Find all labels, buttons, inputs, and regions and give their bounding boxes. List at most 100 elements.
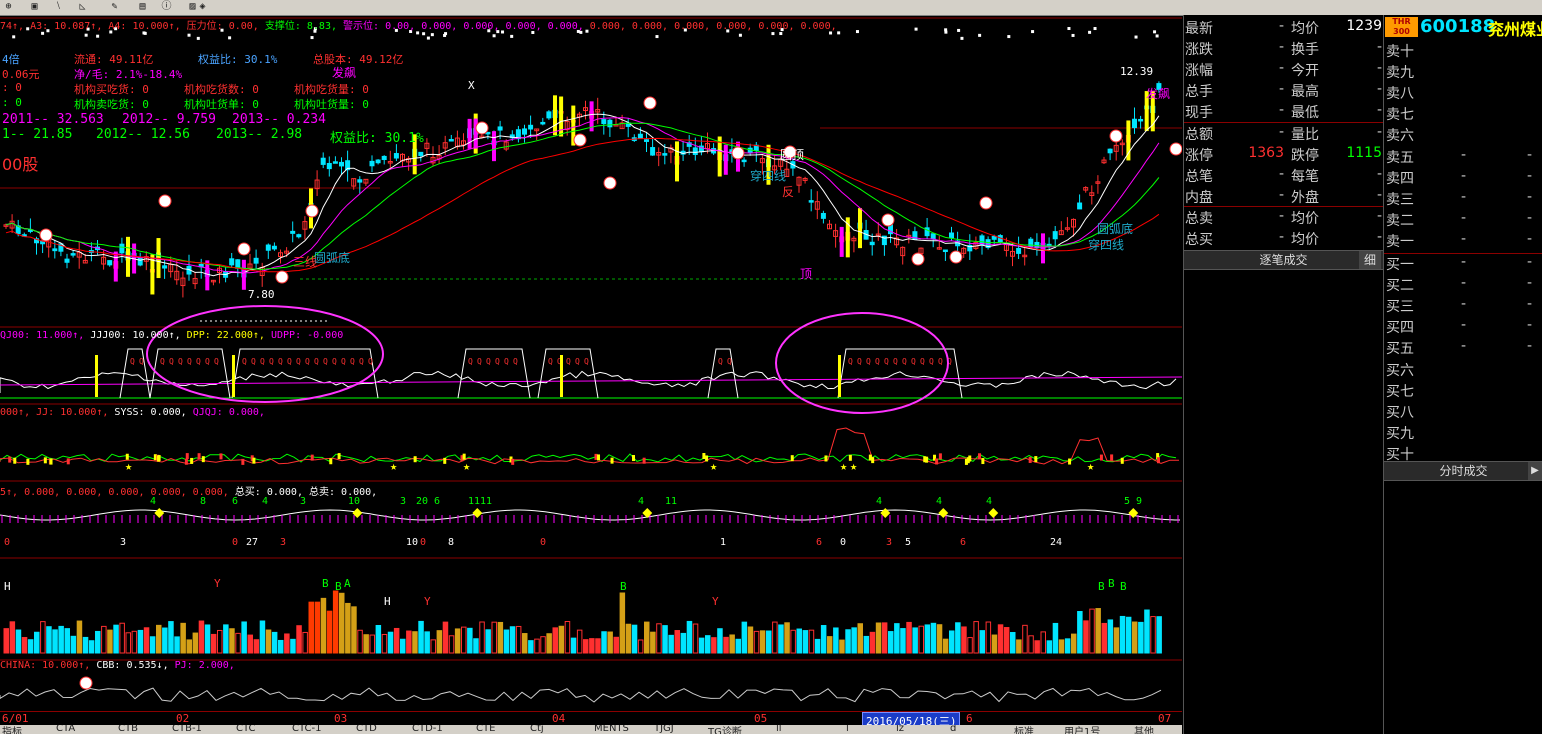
indicator-tab[interactable]: ll bbox=[776, 725, 782, 734]
indicator-tab[interactable]: 用户1号 bbox=[1064, 725, 1100, 734]
doc-icon[interactable]: ▤ bbox=[136, 1, 149, 13]
volume-label: H bbox=[384, 595, 391, 608]
chart-area[interactable]: QQQQQQQQQQQQQQQQQQQQQQQQQQQQQQQQQQQQQQQQ… bbox=[0, 15, 1182, 719]
candle-body bbox=[930, 233, 936, 240]
sell-level[interactable]: 卖四 - - bbox=[1384, 168, 1542, 189]
buy-level[interactable]: 买五 - - bbox=[1384, 338, 1542, 359]
indicator-tab[interactable]: CTC bbox=[236, 725, 256, 734]
indicator-tab[interactable]: CTA bbox=[56, 725, 75, 734]
zoom-icon[interactable]: ⊕ bbox=[2, 1, 15, 13]
marker-dot bbox=[1067, 27, 1071, 31]
indicator3-header: 5↑, 0.000, 0.000, 0.000, 0.000, 0.000, 总… bbox=[0, 483, 377, 498]
candle-body bbox=[64, 258, 70, 263]
chart-icon[interactable]: ▣ bbox=[28, 1, 41, 13]
sell-level[interactable]: 卖八 bbox=[1384, 83, 1542, 104]
ind3-bottom-count: 10 bbox=[406, 537, 418, 548]
info-icon[interactable]: ⓘ bbox=[160, 1, 173, 13]
buy-level[interactable]: 买九 bbox=[1384, 423, 1542, 444]
indicator-tab[interactable]: TG诊断 bbox=[708, 725, 742, 734]
buy-level[interactable]: 买四 - - bbox=[1384, 317, 1542, 338]
marker-dot bbox=[444, 32, 448, 36]
quote-row: 最新 - 均价 1239 bbox=[1184, 18, 1383, 39]
indicator-tab[interactable]: Ctj bbox=[530, 725, 544, 734]
buy-level[interactable]: 买一 - - bbox=[1384, 254, 1542, 275]
quote-value: - bbox=[1376, 207, 1382, 224]
volume-bar bbox=[119, 622, 125, 654]
level-price: - bbox=[1460, 209, 1466, 226]
indicator-tab[interactable]: CTC-1 bbox=[292, 725, 321, 734]
buy-level[interactable]: 买二 - - bbox=[1384, 275, 1542, 296]
ind1-q-mark: Q bbox=[278, 357, 283, 366]
indicator-tab[interactable]: CTD bbox=[356, 725, 377, 734]
marker-dot bbox=[84, 33, 88, 37]
quote-value: - bbox=[1376, 60, 1382, 77]
volume-bar bbox=[40, 621, 46, 654]
volume-bar bbox=[58, 625, 64, 654]
month-label: 6 bbox=[966, 712, 973, 725]
indicator-tab[interactable]: CTD-1 bbox=[412, 725, 443, 734]
ind1-q-mark: Q bbox=[287, 357, 292, 366]
volume-bar bbox=[820, 625, 827, 654]
arrow-right-icon[interactable]: ▶ bbox=[1528, 462, 1542, 480]
draw-icon[interactable]: ◺ bbox=[76, 1, 89, 13]
sell-level[interactable]: 卖六 bbox=[1384, 125, 1542, 146]
volume-bar bbox=[1138, 621, 1144, 654]
ind1-q-mark: Q bbox=[866, 357, 871, 366]
tick-trades-button[interactable]: 逐笔成交 bbox=[1259, 253, 1307, 267]
volume-bar bbox=[869, 631, 876, 654]
volume-bar bbox=[637, 639, 644, 654]
indicator-tab[interactable]: 其他 bbox=[1134, 725, 1154, 734]
ind1-q-mark: Q bbox=[260, 357, 265, 366]
volume-bar bbox=[680, 632, 687, 654]
ind2-bar bbox=[981, 458, 985, 465]
fund-inst-buy-vol: 机构吃货量: 0 bbox=[294, 83, 369, 96]
indicator-tab[interactable]: 指标 bbox=[2, 725, 22, 734]
candle-body bbox=[607, 119, 613, 128]
indicator-tab[interactable]: MENTS bbox=[594, 725, 629, 734]
indicator-tab[interactable]: d bbox=[950, 725, 956, 734]
volume-bar bbox=[271, 631, 278, 654]
sell-level[interactable]: 卖三 - - bbox=[1384, 189, 1542, 210]
candle-body bbox=[320, 157, 326, 165]
volume-bar bbox=[70, 635, 77, 654]
candle-body bbox=[1077, 202, 1083, 210]
indicator-tab[interactable]: 标准 bbox=[1014, 725, 1034, 734]
buy-level[interactable]: 买七 bbox=[1384, 381, 1542, 402]
sell-level[interactable]: 卖二 - - bbox=[1384, 210, 1542, 231]
ind2-syss: SYSS: 0.000, bbox=[114, 407, 187, 418]
ind2-bar bbox=[1034, 456, 1038, 463]
volume-bar bbox=[814, 638, 821, 654]
buy-level[interactable]: 买六 bbox=[1384, 360, 1542, 381]
fund-ratio: 4倍 bbox=[2, 53, 20, 66]
indicator-tab[interactable]: CTE bbox=[476, 725, 495, 734]
indicator-tab[interactable]: lz bbox=[896, 725, 904, 734]
indicator-tab[interactable]: CTB-1 bbox=[172, 725, 202, 734]
sell-level[interactable]: 卖七 bbox=[1384, 104, 1542, 125]
indicator-tab[interactable]: l bbox=[846, 725, 849, 734]
indicator-tab[interactable]: CTB bbox=[118, 725, 138, 734]
indicator-tab[interactable]: TJGJ bbox=[654, 725, 674, 734]
detail-button[interactable]: 细 bbox=[1359, 251, 1381, 269]
buy-level[interactable]: 买八 bbox=[1384, 402, 1542, 423]
level-volume: - bbox=[1526, 146, 1532, 163]
ind3-count: 3 bbox=[400, 496, 406, 507]
sell-level[interactable]: 卖十 bbox=[1384, 41, 1542, 62]
quote-label: 现手 bbox=[1185, 105, 1213, 122]
line-icon[interactable]: ⧵ bbox=[52, 1, 65, 13]
ind5-pj: PJ: 2.000, bbox=[174, 660, 235, 671]
ind2-star-icon: ★ bbox=[125, 459, 132, 473]
volume-bar bbox=[997, 624, 1004, 654]
volume-bar bbox=[729, 634, 735, 654]
ind3-bottom-count: 0 bbox=[840, 537, 846, 548]
quote-row: 涨跌 - 换手 - bbox=[1184, 39, 1383, 60]
sell-level[interactable]: 卖一 - - bbox=[1384, 231, 1542, 252]
level-price: - bbox=[1460, 230, 1466, 247]
sell-level[interactable]: 卖九 bbox=[1384, 62, 1542, 83]
sell-level[interactable]: 卖五 - - bbox=[1384, 147, 1542, 168]
buy-level[interactable]: 买三 - - bbox=[1384, 296, 1542, 317]
tool-icon[interactable]: ✎ bbox=[108, 1, 121, 13]
help-icon[interactable]: ◈ bbox=[196, 1, 209, 13]
volume-label: Y bbox=[424, 595, 431, 608]
volume-bar bbox=[741, 621, 748, 654]
timeshare-button[interactable]: 分时成交 bbox=[1439, 464, 1487, 478]
